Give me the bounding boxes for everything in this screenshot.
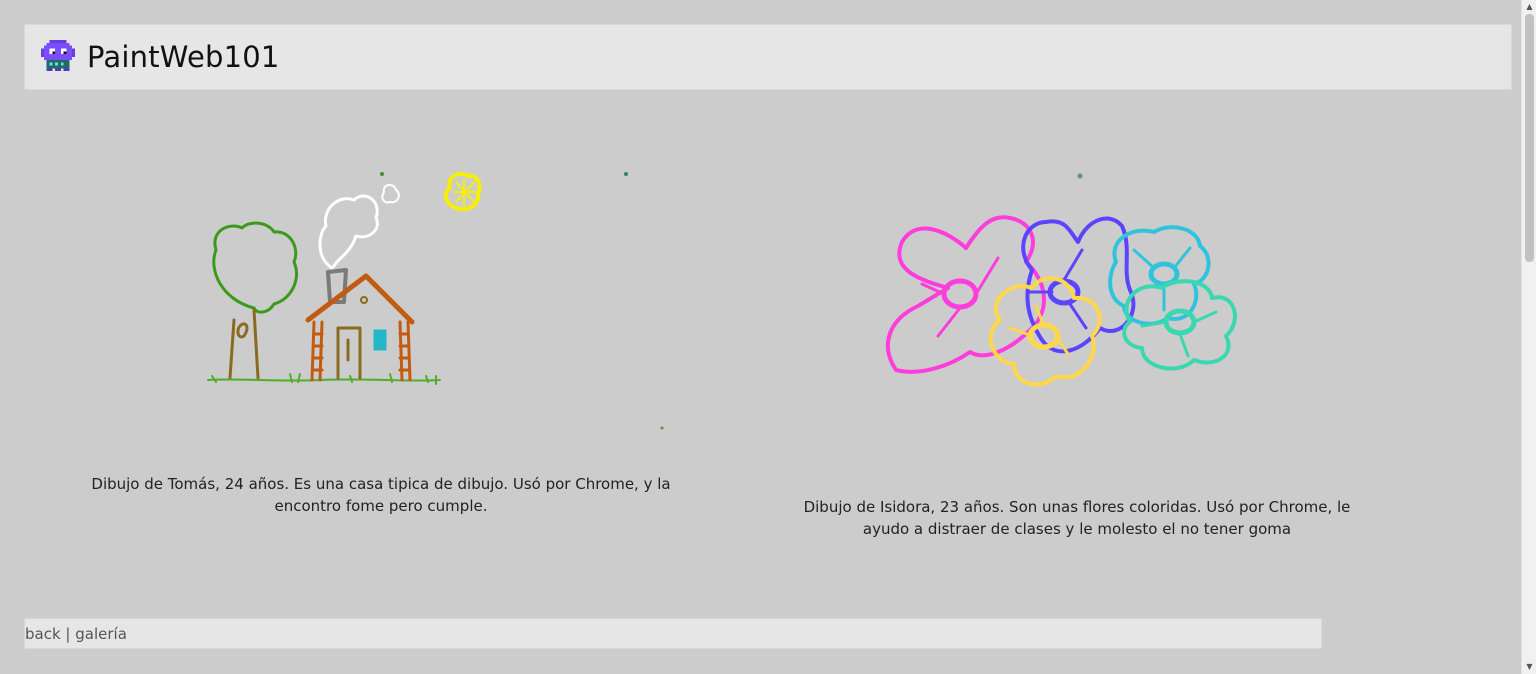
back-link[interactable]: back	[25, 625, 61, 643]
pixel-monster-icon[interactable]	[41, 40, 75, 74]
scroll-up-icon[interactable]: ▲	[1522, 0, 1536, 14]
footer-nav: back | galería	[24, 618, 1322, 649]
vertical-scrollbar[interactable]: ▲ ▼	[1521, 0, 1536, 674]
scroll-down-icon[interactable]: ▼	[1522, 660, 1536, 674]
scrollbar-thumb[interactable]	[1525, 14, 1534, 262]
footer-separator: |	[60, 624, 76, 643]
colorful-flowers-drawing	[770, 130, 1390, 450]
gallery-link[interactable]: galería	[75, 625, 127, 643]
house-tree-sun-drawing	[150, 130, 770, 450]
drawing-caption-isidora: Dibujo de Isidora, 23 años. Son unas flo…	[803, 498, 1351, 538]
page-title[interactable]: PaintWeb101	[87, 40, 280, 74]
site-header: PaintWeb101	[24, 24, 1512, 90]
drawing-caption-tomas: Dibujo de Tomás, 24 años. Es una casa ti…	[91, 475, 671, 515]
